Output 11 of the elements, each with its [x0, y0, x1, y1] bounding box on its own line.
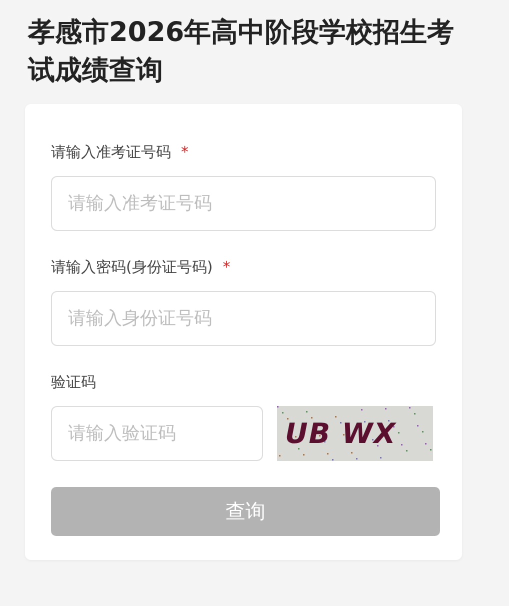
- captcha-image[interactable]: UB WX: [277, 406, 433, 461]
- field-label: 验证码: [51, 372, 96, 392]
- captcha-field[interactable]: 请输入验证码: [51, 406, 263, 461]
- required-mark: *: [222, 257, 230, 277]
- input-field[interactable]: 请输入准考证号码: [51, 176, 436, 231]
- field-label: 请输入准考证号码: [51, 142, 171, 162]
- page-title: 孝感市2026年高中阶段学校招生考试成绩查询: [28, 16, 456, 88]
- captcha-code: UB WX: [285, 417, 396, 450]
- input-field[interactable]: 请输入身份证号码: [51, 291, 436, 346]
- required-mark: *: [181, 142, 188, 162]
- field-label: 请输入密码(身份证号码): [51, 257, 213, 277]
